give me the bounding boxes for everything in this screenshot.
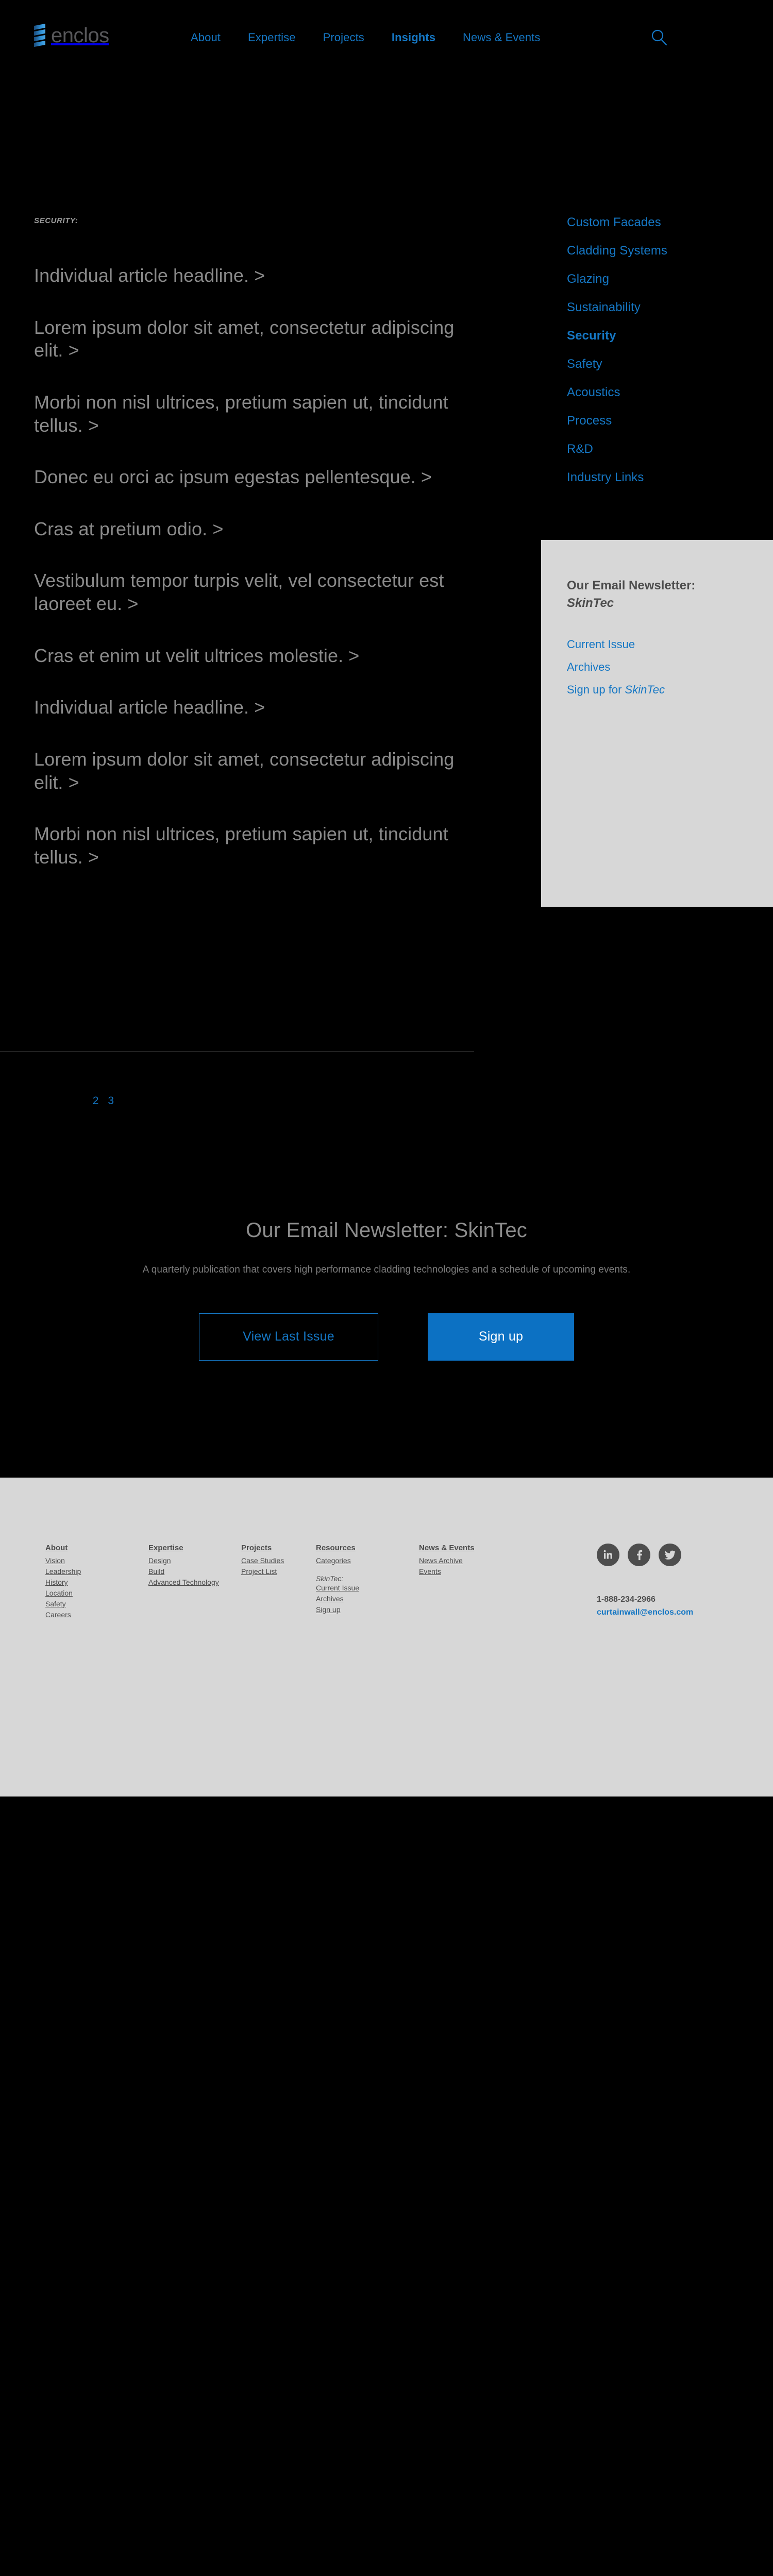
footer-column-resources: Resources Categories SkinTec: Current Is… xyxy=(316,1544,419,1620)
sidebar-item-glazing[interactable]: Glazing xyxy=(567,272,773,286)
logo-wordmark: enclos xyxy=(51,24,109,47)
facebook-icon[interactable] xyxy=(628,1544,650,1566)
site-header: enclos About Expertise Projects Insights… xyxy=(0,0,773,77)
pagination-page-2[interactable]: 2 xyxy=(93,1095,99,1107)
footer-title-about[interactable]: About xyxy=(45,1544,148,1552)
newsletter-signup-label: Sign up for xyxy=(567,683,625,697)
sidebar-navigation: Custom Facades Cladding Systems Glazing … xyxy=(567,215,773,499)
cta-title: Our Email Newsletter: SkinTec xyxy=(0,1219,773,1242)
pagination-page-3[interactable]: 3 xyxy=(108,1095,114,1107)
footer-email[interactable]: curtainwall@enclos.com xyxy=(597,1606,693,1619)
list-item[interactable]: Vestibulum tempor turpis velit, vel cons… xyxy=(34,569,488,615)
cta-title-brand: SkinTec xyxy=(454,1219,527,1242)
sidebar-item-custom-facades[interactable]: Custom Facades xyxy=(567,215,773,230)
footer-link-skintec-archives[interactable]: Archives xyxy=(316,1594,419,1604)
search-icon[interactable] xyxy=(650,29,668,46)
footer-link-careers[interactable]: Careers xyxy=(45,1609,148,1620)
footer-title-resources[interactable]: Resources xyxy=(316,1544,419,1552)
newsletter-link-signup[interactable]: Sign up for SkinTec xyxy=(567,683,773,697)
footer-column-about: About Vision Leadership History Location… xyxy=(45,1544,148,1620)
cta-button-group: View Last Issue Sign up xyxy=(0,1313,773,1361)
footer-link-location[interactable]: Location xyxy=(45,1588,148,1599)
sidebar-item-process[interactable]: Process xyxy=(567,414,773,428)
site-logo[interactable]: enclos xyxy=(34,23,109,47)
sidebar-item-security[interactable]: Security xyxy=(567,329,773,343)
nav-item-news-events[interactable]: News & Events xyxy=(463,31,540,44)
list-item[interactable]: Donec eu orci ac ipsum egestas pellentes… xyxy=(34,466,488,489)
footer-phone: 1-888-234-2966 xyxy=(597,1595,656,1604)
footer-title-news-events[interactable]: News & Events xyxy=(419,1544,522,1552)
sign-up-button[interactable]: Sign up xyxy=(428,1313,574,1361)
sidebar-item-sustainability[interactable]: Sustainability xyxy=(567,300,773,315)
footer-link-categories[interactable]: Categories xyxy=(316,1555,419,1566)
footer-link-build[interactable]: Build xyxy=(148,1566,241,1577)
footer-title-expertise[interactable]: Expertise xyxy=(148,1544,241,1552)
newsletter-panel-links: Current Issue Archives Sign up for SkinT… xyxy=(567,638,773,697)
newsletter-title-line1: Our Email Newsletter: xyxy=(567,579,696,592)
footer-link-skintec-sign-up[interactable]: Sign up xyxy=(316,1604,419,1615)
footer-link-vision[interactable]: Vision xyxy=(45,1555,148,1566)
sidebar-item-rd[interactable]: R&D xyxy=(567,442,773,456)
pagination: 1 2 3 xyxy=(77,1095,114,1107)
list-item[interactable]: Individual article headline. > xyxy=(34,696,488,719)
newsletter-signup-brand: SkinTec xyxy=(625,683,665,697)
footer-column-projects: Projects Case Studies Project List xyxy=(241,1544,316,1620)
list-item[interactable]: Morbi non nisl ultrices, pretium sapien … xyxy=(34,391,488,437)
newsletter-link-current-issue[interactable]: Current Issue xyxy=(567,638,773,651)
newsletter-panel: Our Email Newsletter: SkinTec Current Is… xyxy=(541,540,773,907)
nav-item-expertise[interactable]: Expertise xyxy=(248,31,296,44)
newsletter-panel-title: Our Email Newsletter: SkinTec xyxy=(567,577,773,612)
pagination-page-1[interactable]: 1 xyxy=(77,1095,83,1107)
footer-link-skintec-current-issue[interactable]: Current Issue xyxy=(316,1583,419,1594)
linkedin-icon[interactable] xyxy=(597,1544,619,1566)
sidebar-item-cladding-systems[interactable]: Cladding Systems xyxy=(567,244,773,258)
sidebar-item-industry-links[interactable]: Industry Links xyxy=(567,470,773,485)
cta-title-plain: Our Email Newsletter: xyxy=(246,1219,455,1242)
footer-link-columns: About Vision Leadership History Location… xyxy=(45,1544,522,1620)
category-label: SECURITY: xyxy=(34,216,78,225)
sidebar-item-safety[interactable]: Safety xyxy=(567,357,773,371)
nav-item-projects[interactable]: Projects xyxy=(323,31,364,44)
twitter-icon[interactable] xyxy=(659,1544,681,1566)
list-item[interactable]: Cras at pretium odio. > xyxy=(34,518,488,541)
sidebar-item-acoustics[interactable]: Acoustics xyxy=(567,385,773,400)
list-item[interactable]: Cras et enim ut velit ultrices molestie.… xyxy=(34,645,488,668)
enclos-bars-logo-icon xyxy=(34,23,45,47)
footer-contact: 1-888-234-2966 curtainwall@enclos.com xyxy=(597,1594,693,1619)
newsletter-link-archives[interactable]: Archives xyxy=(567,660,773,674)
list-item[interactable]: Morbi non nisl ultrices, pretium sapien … xyxy=(34,823,488,869)
list-item[interactable]: Lorem ipsum dolor sit amet, consectetur … xyxy=(34,316,488,362)
footer-title-projects[interactable]: Projects xyxy=(241,1544,316,1552)
footer-link-case-studies[interactable]: Case Studies xyxy=(241,1555,316,1566)
site-footer: About Vision Leadership History Location… xyxy=(0,1478,773,1797)
footer-link-advanced-technology[interactable]: Advanced Technology xyxy=(148,1577,241,1588)
footer-link-news-archive[interactable]: News Archive xyxy=(419,1555,522,1566)
list-item[interactable]: Individual article headline. > xyxy=(34,264,488,287)
footer-link-history[interactable]: History xyxy=(45,1577,148,1588)
footer-link-leadership[interactable]: Leadership xyxy=(45,1566,148,1577)
footer-column-expertise: Expertise Design Build Advanced Technolo… xyxy=(148,1544,241,1620)
footer-link-events[interactable]: Events xyxy=(419,1566,522,1577)
social-links xyxy=(597,1544,681,1566)
primary-navigation: About Expertise Projects Insights News &… xyxy=(191,31,541,44)
footer-link-project-list[interactable]: Project List xyxy=(241,1566,316,1577)
nav-item-about[interactable]: About xyxy=(191,31,221,44)
cta-subtitle: A quarterly publication that covers high… xyxy=(142,1264,631,1275)
footer-link-safety[interactable]: Safety xyxy=(45,1599,148,1609)
nav-item-insights[interactable]: Insights xyxy=(392,31,435,44)
newsletter-title-line2: SkinTec xyxy=(567,596,614,611)
list-item[interactable]: Lorem ipsum dolor sit amet, consectetur … xyxy=(34,748,488,794)
footer-link-design[interactable]: Design xyxy=(148,1555,241,1566)
view-last-issue-button[interactable]: View Last Issue xyxy=(199,1313,378,1361)
footer-column-news-events: News & Events News Archive Events xyxy=(419,1544,522,1620)
footer-sublabel-skintec: SkinTec: xyxy=(316,1574,344,1583)
newsletter-cta-section: Our Email Newsletter: SkinTec A quarterl… xyxy=(0,1219,773,1361)
article-list-column: SECURITY: Individual article headline. >… xyxy=(34,216,488,869)
